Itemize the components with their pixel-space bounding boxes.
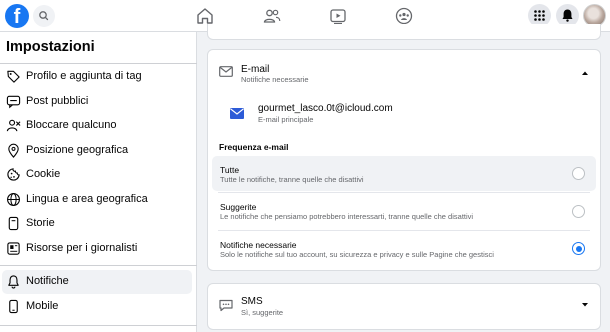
option-title: Tutte <box>220 165 240 175</box>
bell-icon <box>8 275 19 289</box>
stories-icon <box>8 216 19 231</box>
location-pin-icon <box>8 143 19 158</box>
settings-sidebar: Impostazioni Profilo e aggiunta di tag P… <box>0 32 197 332</box>
sidebar-item-language-region[interactable]: Lingua e area geografica <box>2 188 192 212</box>
sidebar-item-label: Bloccare qualcuno <box>26 119 117 131</box>
sidebar-divider <box>0 325 197 326</box>
option-divider <box>218 192 590 193</box>
sidebar-item-mobile[interactable]: Mobile <box>2 295 192 319</box>
friends-icon[interactable] <box>262 6 282 26</box>
sms-section-title: SMS <box>241 296 263 307</box>
option-divider <box>218 230 590 231</box>
facebook-logo[interactable]: f <box>5 4 29 28</box>
groups-icon[interactable] <box>394 6 414 26</box>
sidebar-item-blocking[interactable]: Bloccare qualcuno <box>2 114 192 138</box>
frequency-option-required[interactable]: Notifiche necessarie Solo le notifiche s… <box>212 232 596 267</box>
email-section-subtitle: Notifiche necessarie <box>241 75 309 84</box>
sidebar-item-label: Profilo e aggiunta di tag <box>26 70 142 82</box>
sidebar-title: Impostazioni <box>6 39 95 55</box>
sms-settings-card[interactable]: SMS Sì, suggerite <box>207 283 601 330</box>
frequency-option-all[interactable]: Tutte Tutte le notifiche, tranne quelle … <box>212 156 596 191</box>
sms-section-subtitle: Sì, suggerite <box>241 308 284 317</box>
block-user-icon <box>6 119 21 132</box>
journalist-resources-icon <box>7 242 20 255</box>
option-description: Solo le notifiche sul tuo account, su si… <box>220 250 494 259</box>
home-icon[interactable] <box>195 6 215 26</box>
frequency-heading: Frequenza e-mail <box>219 142 289 152</box>
sidebar-item-label: Mobile <box>26 300 59 312</box>
option-description: Tutte le notifiche, tranne quelle che di… <box>220 175 364 184</box>
sidebar-item-label: Storie <box>26 217 55 229</box>
sms-message-icon <box>219 299 233 312</box>
radio-button[interactable] <box>572 167 585 180</box>
sidebar-item-stories[interactable]: Storie <box>2 212 192 236</box>
sidebar-divider <box>0 265 197 266</box>
radio-button[interactable] <box>572 205 585 218</box>
sidebar-item-label: Post pubblici <box>26 95 89 107</box>
sidebar-item-label: Cookie <box>26 168 61 180</box>
option-title: Notifiche necessarie <box>220 240 297 250</box>
email-address-label: E-mail principale <box>258 115 314 124</box>
sidebar-item-label: Notifiche <box>26 275 69 287</box>
watch-icon[interactable] <box>328 6 348 26</box>
globe-icon <box>7 193 20 206</box>
email-address: gourmet_lasco.0t@icloud.com <box>258 103 393 114</box>
option-title: Suggerite <box>220 202 257 212</box>
email-envelope-icon <box>230 108 244 119</box>
sidebar-item-profile-tagging[interactable]: Profilo e aggiunta di tag <box>2 65 192 89</box>
search-button[interactable] <box>33 5 55 27</box>
facebook-logo-letter: f <box>13 6 21 28</box>
sidebar-item-label: Lingua e area geografica <box>26 193 148 205</box>
public-post-icon <box>6 95 21 109</box>
sidebar-item-public-posts[interactable]: Post pubblici <box>2 90 192 114</box>
email-section-title: E-mail <box>241 64 270 75</box>
sidebar-item-cookie[interactable]: Cookie <box>2 163 192 187</box>
email-settings-card: E-mail Notifiche necessarie gourmet_lasc… <box>207 49 601 271</box>
sidebar-item-journalist-resources[interactable]: Risorse per i giornalisti <box>2 237 192 261</box>
previous-settings-card <box>207 24 601 40</box>
search-icon <box>39 11 49 21</box>
cookie-icon <box>7 168 20 181</box>
tag-icon <box>7 70 20 83</box>
email-section-header[interactable]: E-mail Notifiche necessarie <box>208 50 600 88</box>
frequency-option-suggested[interactable]: Suggerite Le notifiche che pensiamo potr… <box>212 194 596 229</box>
radio-button-selected[interactable] <box>572 242 585 255</box>
chevron-up-icon[interactable] <box>581 70 589 76</box>
envelope-icon <box>219 66 233 77</box>
sidebar-item-location[interactable]: Posizione geografica <box>2 139 192 163</box>
sidebar-divider <box>0 63 197 64</box>
option-description: Le notifiche che pensiamo potrebbero int… <box>220 212 474 221</box>
chevron-down-icon[interactable] <box>581 302 589 308</box>
sidebar-item-notifications[interactable]: Notifiche <box>2 270 192 294</box>
mobile-icon <box>9 299 18 314</box>
sidebar-item-label: Risorse per i giornalisti <box>26 242 138 254</box>
sidebar-item-label: Posizione geografica <box>26 144 129 156</box>
